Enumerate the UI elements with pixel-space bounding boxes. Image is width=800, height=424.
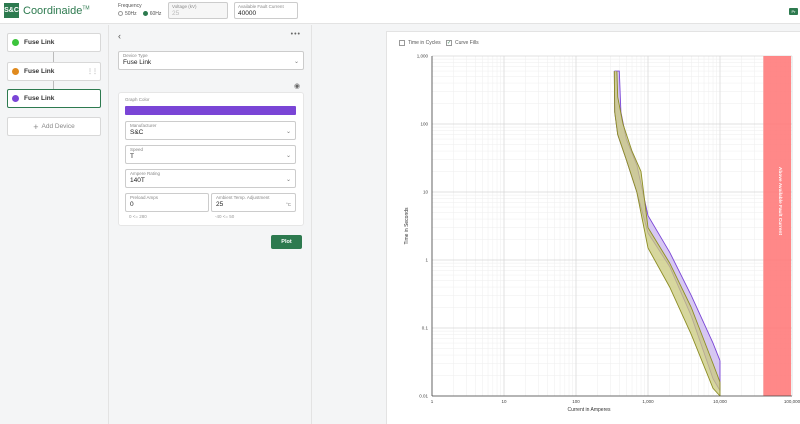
add-device-label: Add Device (41, 123, 75, 130)
x-tick-label: 100,000 (784, 399, 800, 404)
fault-band-label: Above Available Fault Current (777, 167, 783, 236)
frequency-group: Frequency 50Hz 60Hz (118, 3, 161, 17)
axes (431, 56, 792, 397)
device-list-panel: Fuse Link Fuse Link ⋮⋮ Fuse Link + Add D… (0, 25, 109, 424)
preload-amps-value: 0 (130, 201, 134, 208)
device-color-dot (12, 39, 19, 46)
y-tick-label: 1,000 (417, 54, 429, 59)
device-item[interactable]: Fuse Link (7, 33, 101, 52)
fault-current-label: Available Fault Current (238, 4, 284, 9)
logo-mark: S&C (4, 3, 19, 18)
y-tick-label: 1 (425, 258, 428, 263)
freq-50-option[interactable]: 50Hz (118, 11, 137, 17)
more-options-icon[interactable]: ••• (291, 31, 301, 38)
device-label: Fuse Link (24, 95, 55, 102)
app-name: CoordinaideTM (23, 4, 90, 17)
voltage-field[interactable]: Voltage (kV) 25 (168, 2, 228, 19)
curve-fills-box[interactable]: ✓ (446, 40, 452, 46)
y-tick-label: 100 (420, 122, 428, 127)
x-tick-label: 100 (572, 399, 580, 404)
device-label: Fuse Link (24, 39, 55, 46)
x-tick-label: 1,000 (642, 399, 654, 404)
ambient-temp-input[interactable]: Ambient Temp. Adjustment 25 °C (211, 193, 296, 212)
fault-current-field[interactable]: Available Fault Current 40000 (234, 2, 298, 19)
curve-fills-checkbox[interactable]: ✓ Curve Fills (446, 40, 479, 46)
y-tick-label: 0.01 (419, 394, 428, 399)
device-type-select[interactable]: Device Type Fuse Link ⌄ (118, 51, 304, 70)
ampere-rating-label: Ampere Rating (130, 171, 161, 176)
curve-fills-label: Curve Fills (455, 40, 479, 46)
x-tick-label: 10 (501, 399, 507, 404)
graph-color-label: Graph Color (125, 97, 150, 102)
y-axis-title: Time in Seconds (404, 207, 410, 245)
y-tick-label: 0.1 (422, 326, 429, 331)
corner-button[interactable]: Pr (789, 8, 798, 15)
device-item[interactable]: Fuse Link ⋮⋮ (7, 62, 101, 81)
ambient-temp-unit: °C (285, 202, 291, 207)
x-axis-title: Current in Amperes (567, 407, 611, 413)
voltage-label: Voltage (kV) (172, 4, 197, 9)
speed-value: T (130, 153, 134, 160)
time-in-cycles-label: Time in Cycles (408, 40, 441, 46)
device-color-dot (12, 95, 19, 102)
ambient-temp-hint: -40 <= 50 (215, 214, 235, 219)
manufacturer-label: Manufacturer (130, 123, 157, 128)
freq-50-radio[interactable] (118, 11, 123, 17)
voltage-value: 25 (172, 10, 180, 17)
ambient-temp-value: 25 (216, 201, 224, 208)
device-properties-panel: ‹ ••• Device Type Fuse Link ⌄ ◉ Graph Co… (110, 25, 312, 424)
chevron-down-icon: ⌄ (293, 59, 299, 65)
back-chevron-icon[interactable]: ‹ (118, 31, 121, 41)
frequency-label: Frequency (118, 3, 142, 9)
freq-60-option[interactable]: 60Hz (142, 11, 161, 17)
preload-amps-input[interactable]: Preload Amps 0 (125, 193, 209, 212)
x-tick-label: 10,000 (713, 399, 727, 404)
ampere-rating-select[interactable]: Ampere Rating 140T ⌄ (125, 169, 296, 188)
tcc-chart: Above Available Fault Current 1 10 100 1,00… (404, 54, 800, 414)
preload-amps-hint: 0 <= 280 (129, 214, 147, 219)
manufacturer-value: S&C (130, 129, 144, 136)
major-grid (431, 55, 793, 397)
speed-label: Speed (130, 147, 144, 152)
x-tick-label: 1 (431, 399, 434, 404)
app-logo: S&C CoordinaideTM (4, 3, 90, 18)
eye-icon[interactable]: ◉ (294, 82, 300, 90)
ampere-rating-value: 140T (130, 177, 145, 184)
y-tick-label: 10 (423, 190, 429, 195)
chevron-down-icon: ⌄ (285, 129, 291, 135)
speed-select[interactable]: Speed T ⌄ (125, 145, 296, 164)
device-type-label: Device Type (123, 53, 148, 58)
fault-current-value: 40000 (238, 10, 257, 17)
axis-labels: 1 10 100 1,000 10,000 100,000 1,000 100 10 1 0.1 0.… (404, 54, 800, 414)
device-label: Fuse Link (24, 68, 55, 75)
chevron-down-icon: ⌄ (285, 153, 291, 159)
time-in-cycles-checkbox[interactable]: Time in Cycles (399, 40, 441, 46)
plot-button[interactable]: Plot (271, 235, 302, 249)
minor-grid (432, 56, 792, 396)
device-item-selected[interactable]: Fuse Link (7, 89, 101, 108)
manufacturer-select[interactable]: Manufacturer S&C ⌄ (125, 121, 296, 140)
freq-60-radio[interactable] (142, 11, 148, 17)
preload-amps-label: Preload Amps (130, 195, 159, 200)
fault-band: Above Available Fault Current (763, 56, 791, 396)
ambient-temp-label: Ambient Temp. Adjustment (216, 195, 270, 200)
time-in-cycles-box[interactable] (399, 40, 405, 46)
top-bar: S&C CoordinaideTM Frequency 50Hz 60Hz Vo… (0, 0, 800, 24)
plus-icon: + (33, 121, 39, 132)
device-color-dot (12, 68, 19, 75)
chevron-down-icon: ⌄ (285, 177, 291, 183)
drag-handle-icon[interactable]: ⋮⋮ (87, 68, 98, 75)
add-device-button[interactable]: + Add Device (7, 117, 101, 136)
device-type-value: Fuse Link (123, 59, 152, 66)
graph-color-swatch[interactable] (125, 106, 296, 115)
